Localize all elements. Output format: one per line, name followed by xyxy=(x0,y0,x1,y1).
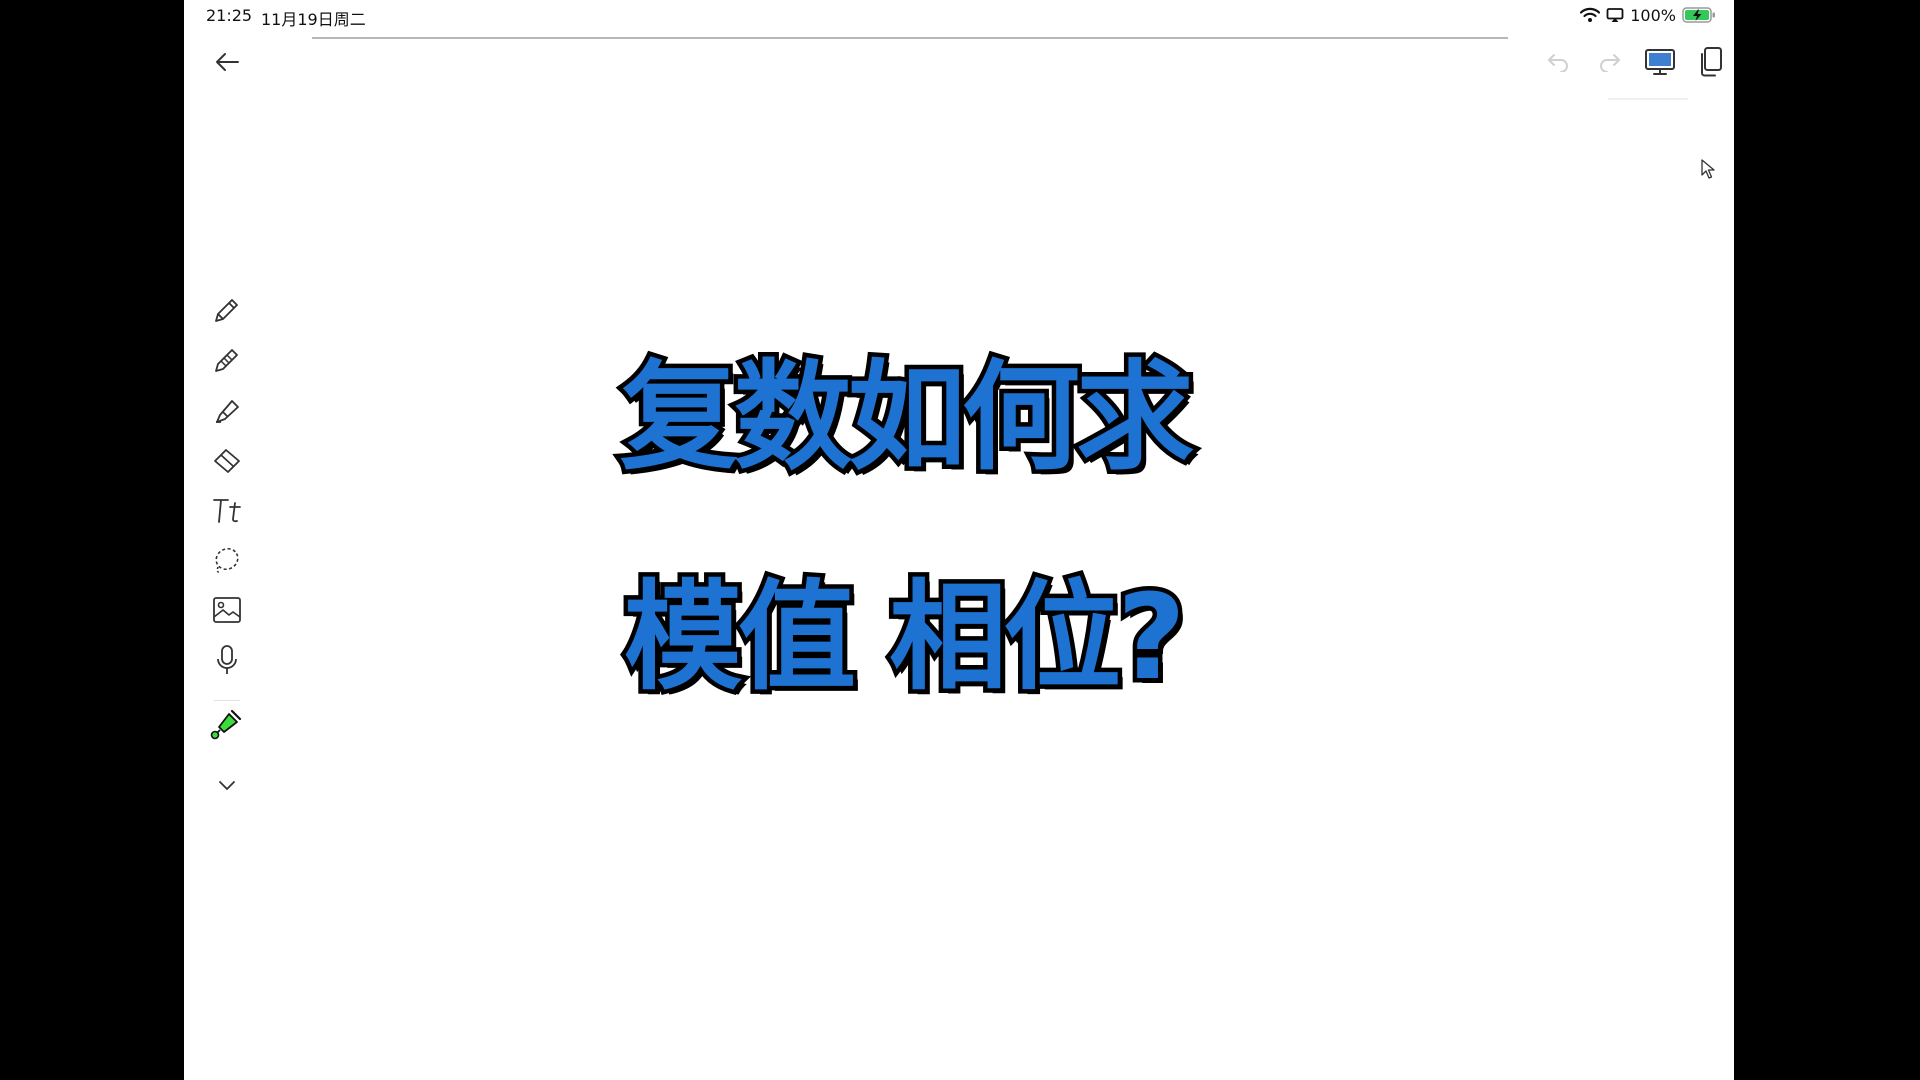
presentation-button[interactable] xyxy=(1638,42,1682,86)
image-icon xyxy=(212,595,242,629)
status-bar: 21:25 11月19日周二 100% xyxy=(184,0,1734,32)
tool-lasso[interactable] xyxy=(200,540,254,584)
lasso-icon xyxy=(212,545,242,579)
tool-eraser[interactable] xyxy=(200,440,254,484)
mouse-cursor-icon xyxy=(1700,158,1716,184)
header-divider xyxy=(312,37,1508,39)
monitor-icon xyxy=(1644,47,1676,81)
pages-icon xyxy=(1696,46,1724,82)
back-button[interactable] xyxy=(205,42,249,86)
tool-image[interactable] xyxy=(200,590,254,634)
screen-mirroring-icon xyxy=(1606,7,1624,23)
battery-percent: 100% xyxy=(1630,5,1676,25)
app-screen: 21:25 11月19日周二 100% 复数如何求 模值 相位? xyxy=(184,0,1734,1080)
highlighter-icon xyxy=(212,395,242,429)
redo-button[interactable] xyxy=(1588,42,1632,86)
toolbar-expand-button[interactable] xyxy=(200,764,254,808)
canvas-title-line-2: 模值 相位? xyxy=(620,568,1191,706)
arrow-left-icon xyxy=(214,51,240,77)
eraser-icon xyxy=(212,445,242,479)
battery-icon xyxy=(1682,6,1716,24)
undo-icon xyxy=(1546,52,1570,76)
redo-icon xyxy=(1598,52,1622,76)
tool-laser-pointer[interactable] xyxy=(200,704,254,748)
chevron-down-icon xyxy=(217,777,237,796)
header-shadow xyxy=(1608,98,1688,100)
undo-button[interactable] xyxy=(1536,42,1580,86)
pencil-icon xyxy=(212,345,242,379)
status-time: 21:25 xyxy=(206,6,253,25)
tool-pencil[interactable] xyxy=(200,340,254,384)
status-indicators: 100% xyxy=(1580,4,1716,26)
tool-microphone[interactable] xyxy=(200,640,254,684)
toolbar-divider xyxy=(214,700,240,701)
status-date: 11月19日周二 xyxy=(261,10,366,29)
wifi-icon xyxy=(1580,7,1601,23)
canvas-title-line-1: 复数如何求 xyxy=(615,348,1198,486)
pen-icon xyxy=(212,295,242,329)
tool-highlighter[interactable] xyxy=(200,390,254,434)
pages-button[interactable] xyxy=(1688,42,1732,86)
tool-text[interactable] xyxy=(200,490,254,534)
text-icon xyxy=(211,495,243,529)
laser-pointer-icon xyxy=(210,707,244,745)
microphone-icon xyxy=(212,644,242,680)
tool-pen[interactable] xyxy=(200,290,254,334)
